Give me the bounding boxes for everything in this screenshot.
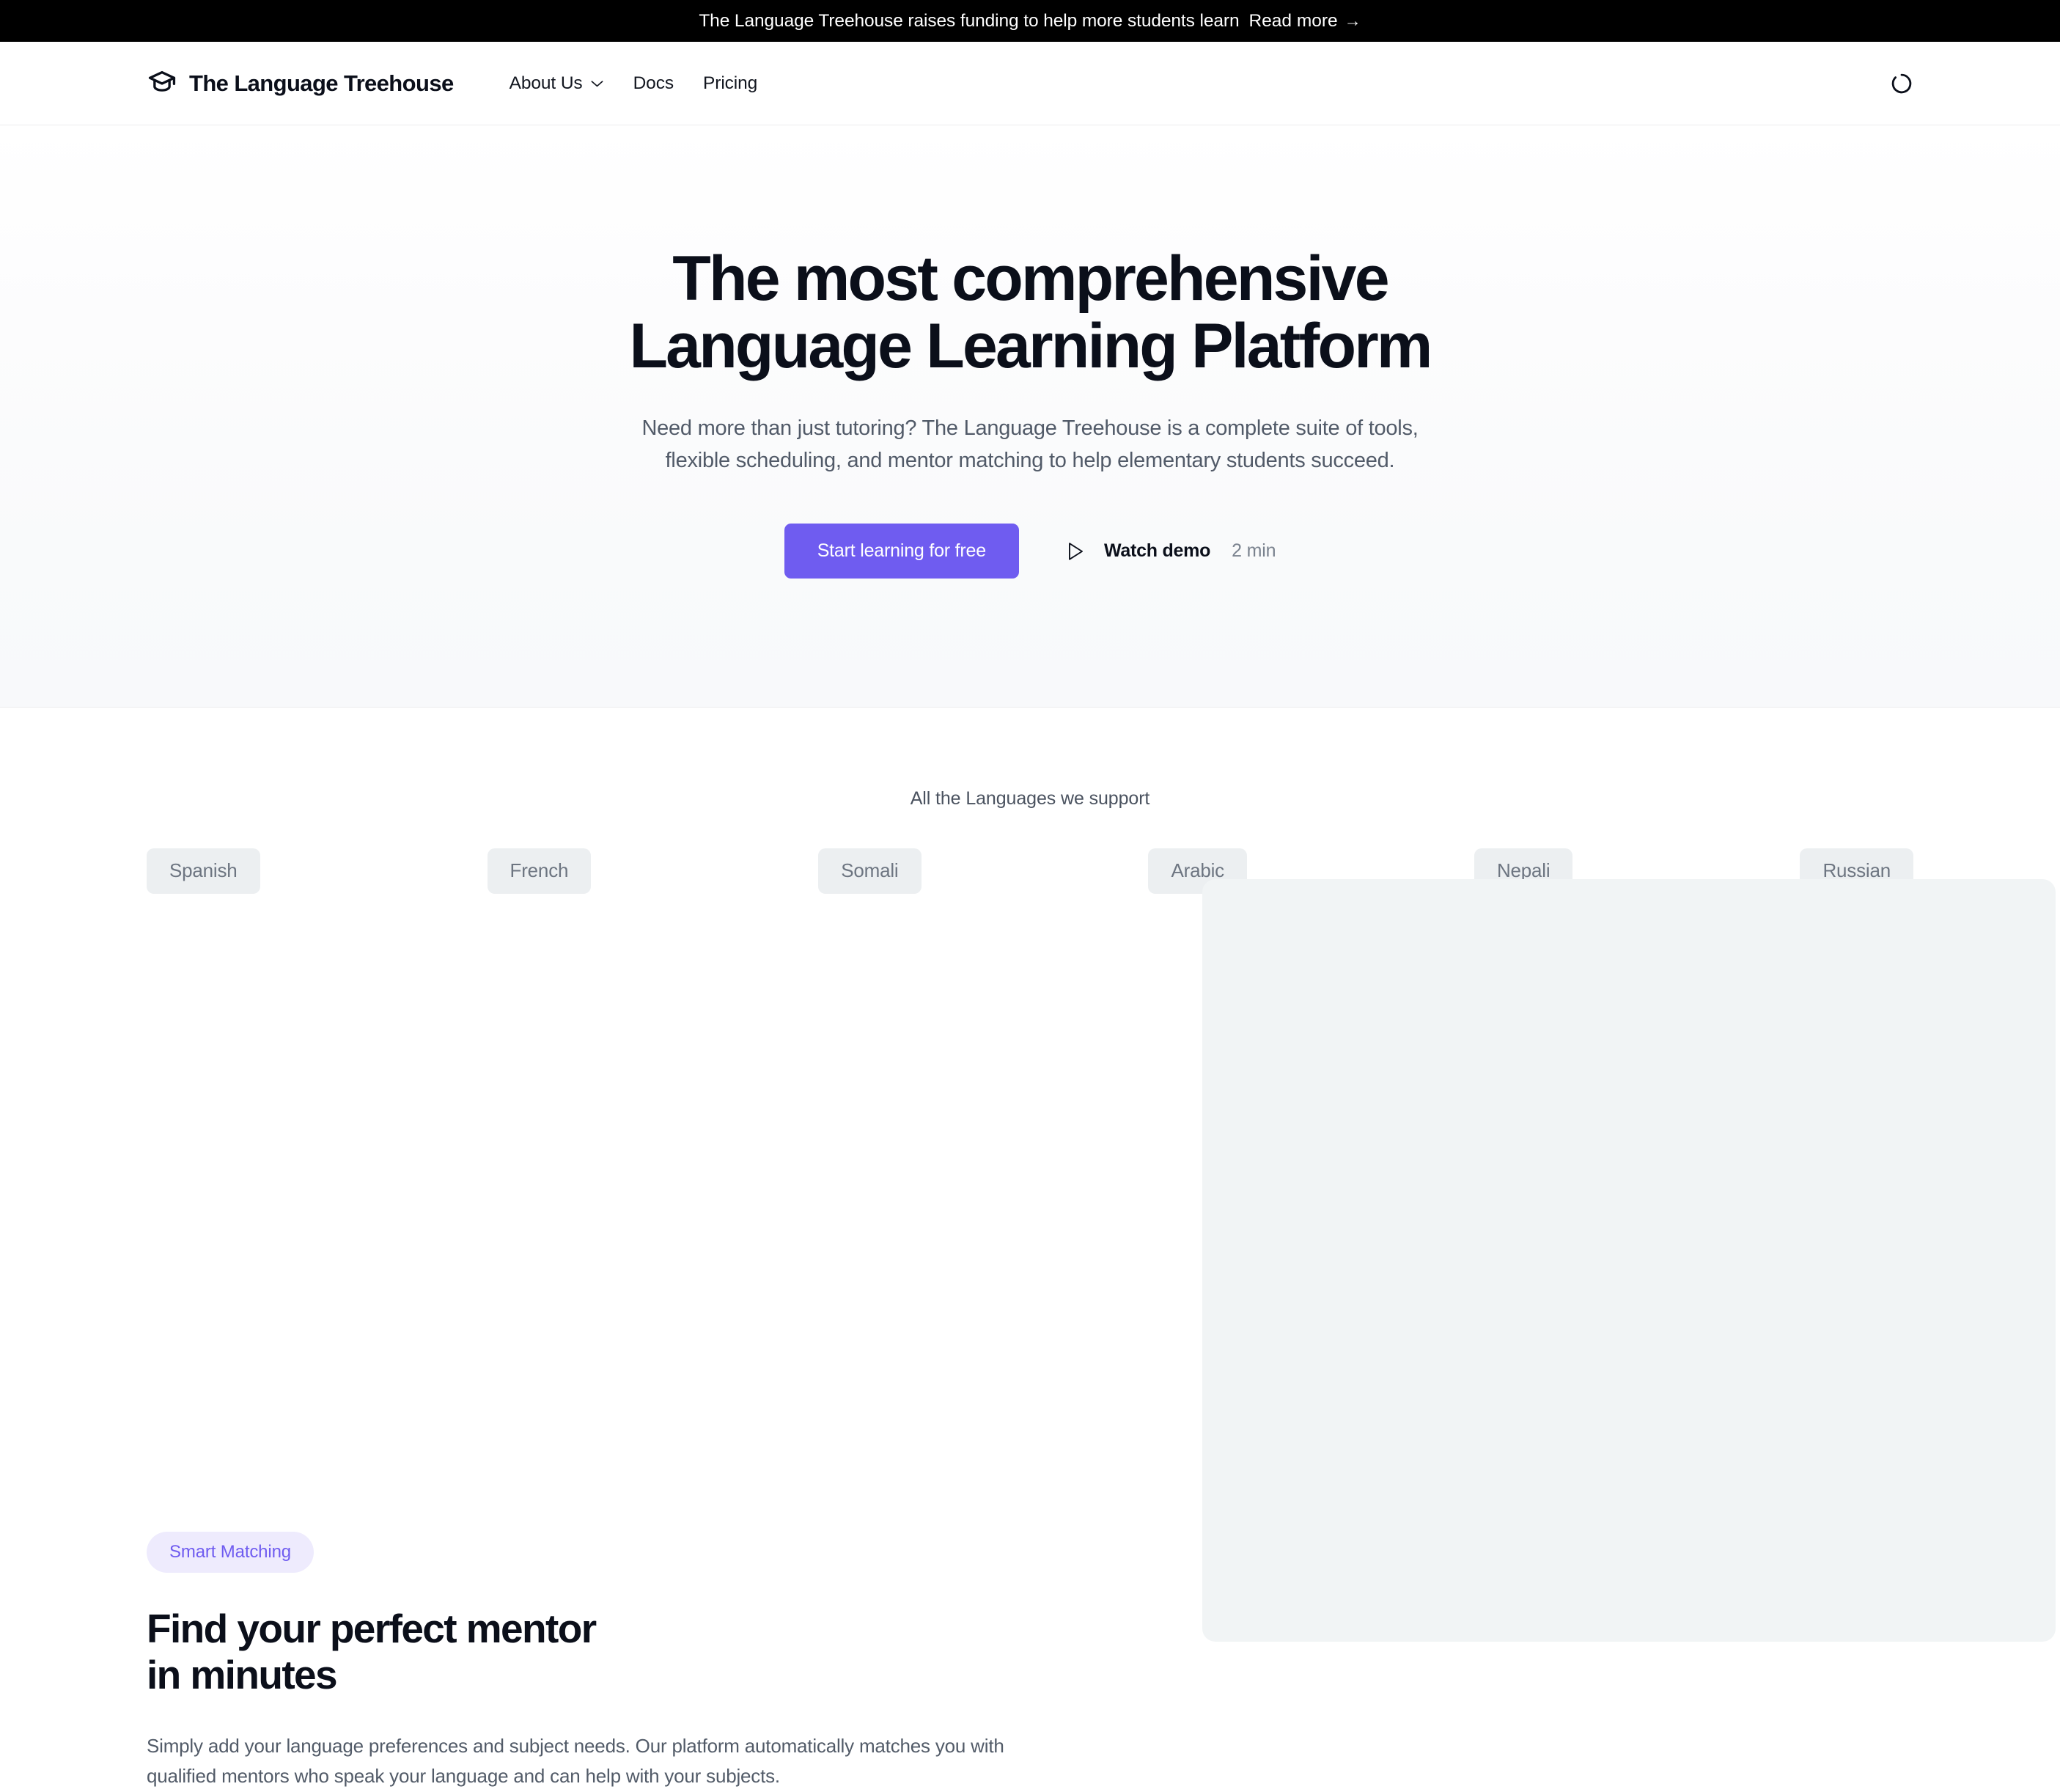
nav-item-pricing[interactable]: Pricing: [688, 66, 772, 101]
loading-spinner-icon: [1891, 73, 1912, 93]
hero-title-line-2: Language Learning Platform: [629, 311, 1432, 382]
graduation-cap-icon: [148, 70, 176, 92]
feature-body-text: Simply add your language preferences and…: [147, 1734, 1004, 1788]
hero-subtitle: Need more than just tutoring? The Langua…: [641, 416, 1419, 473]
main-navigation: About Us Docs Pricing: [495, 66, 773, 101]
announcement-read-more-link[interactable]: Read more →: [1248, 11, 1361, 32]
announcement-text: The Language Treehouse raises funding to…: [699, 10, 1240, 31]
watch-demo-label: Watch demo: [1103, 540, 1211, 562]
play-triangle-icon: [1069, 542, 1083, 560]
hero-actions: Start learning for free Watch demo 2 min: [0, 524, 2060, 579]
feature-media-placeholder: [1202, 879, 2056, 1642]
nav-item-docs[interactable]: Docs: [619, 66, 688, 101]
arrow-right-icon: →: [1344, 11, 1361, 30]
language-chip[interactable]: Somali: [818, 848, 922, 895]
language-chip[interactable]: Spanish: [147, 848, 260, 895]
header-right-actions: [1890, 72, 1913, 95]
feature-media-column: [1202, 879, 2056, 1642]
nav-item-docs-label: Docs: [633, 73, 674, 93]
nav-item-about-us[interactable]: About Us: [495, 66, 619, 101]
feature-text-column: Smart Matching Find your perfect mentor …: [147, 1088, 1059, 1792]
languages-caption: All the Languages we support: [910, 788, 1150, 809]
status-badge: Smart Matching: [147, 1532, 314, 1573]
hero-title-line-1: The most comprehensive: [672, 243, 1389, 314]
feature-title: Find your perfect mentor in minutes: [147, 1606, 1059, 1697]
brand-logo-link[interactable]: The Language Treehouse: [147, 68, 454, 99]
nav-item-about-us-label: About Us: [509, 73, 583, 93]
watch-demo-link[interactable]: Watch demo 2 min: [1066, 540, 1276, 562]
site-header: The Language Treehouse About Us Docs Pri…: [0, 42, 2060, 125]
nav-item-pricing-label: Pricing: [703, 73, 758, 93]
announcement-bar: The Language Treehouse raises funding to…: [0, 0, 2060, 42]
feature-title-line-2: in minutes: [147, 1652, 338, 1698]
smart-matching-feature-section: Smart Matching Find your perfect mentor …: [0, 879, 2060, 1792]
start-learning-button[interactable]: Start learning for free: [784, 524, 1019, 579]
language-chip[interactable]: French: [487, 848, 592, 895]
chevron-down-icon: [591, 80, 603, 87]
announcement-read-more-label: Read more: [1248, 10, 1338, 31]
watch-demo-duration: 2 min: [1232, 540, 1276, 562]
page-title: The most comprehensive Language Learning…: [517, 245, 1543, 380]
feature-title-line-1: Find your perfect mentor: [147, 1606, 597, 1652]
hero-section: The most comprehensive Language Learning…: [0, 125, 2060, 708]
languages-section: All the Languages we support Spanish Fre…: [0, 708, 2060, 895]
brand-name: The Language Treehouse: [189, 70, 454, 96]
